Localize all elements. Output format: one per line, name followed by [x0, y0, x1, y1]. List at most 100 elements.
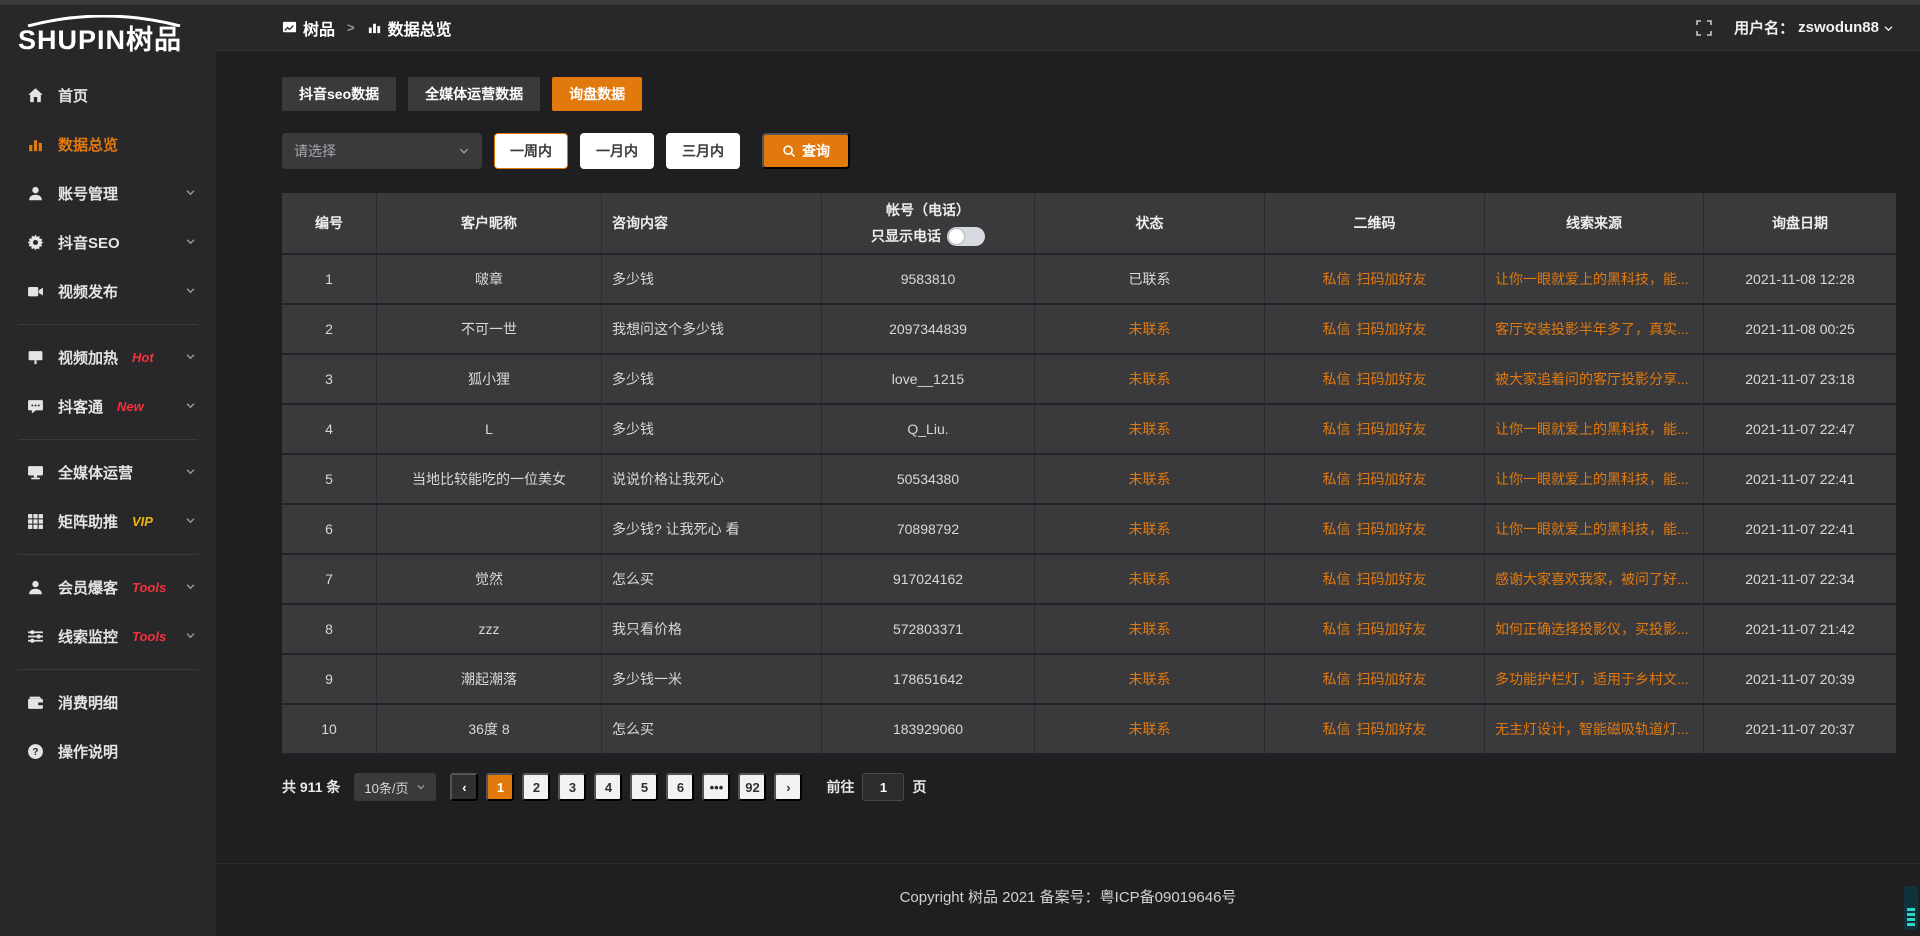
filter-row: 请选择 一周内一月内三月内 查询 — [282, 133, 1896, 169]
cell-status: 未联系 — [1035, 605, 1265, 655]
page-button-92[interactable]: 92 — [738, 773, 766, 801]
lead-source-link[interactable]: 如何正确选择投影仪，买投影... — [1495, 619, 1689, 639]
scan-add-friend-link[interactable]: 扫码加好友 — [1357, 319, 1427, 339]
cell-inquiry: 多少钱 — [602, 255, 822, 305]
sidebar-item-消费明细[interactable]: 消费明细 — [0, 678, 216, 727]
cell-account: 2097344839 — [822, 305, 1035, 355]
sidebar-item-数据总览[interactable]: 数据总览 — [0, 120, 216, 169]
private-message-link[interactable]: 私信 — [1323, 269, 1351, 289]
gear-icon — [26, 234, 44, 252]
cell-lead-source: 让你一眼就爱上的黑科技，能... — [1485, 255, 1704, 305]
bar-chart-icon — [26, 136, 44, 154]
next-page-button[interactable]: › — [774, 773, 802, 801]
sidebar-item-抖客通[interactable]: 抖客通New — [0, 382, 216, 431]
sidebar-item-badge: New — [117, 399, 144, 414]
sidebar-item-矩阵助推[interactable]: 矩阵助推VIP — [0, 497, 216, 546]
fullscreen-icon[interactable] — [1696, 20, 1712, 36]
header-cell-咨询内容: 咨询内容 — [602, 193, 822, 255]
cell-qr-code: 私信扫码加好友 — [1265, 305, 1485, 355]
lead-source-link[interactable]: 让你一眼就爱上的黑科技，能... — [1495, 269, 1689, 289]
scan-add-friend-link[interactable]: 扫码加好友 — [1357, 669, 1427, 689]
search-button[interactable]: 查询 — [762, 133, 850, 169]
sidebar-item-抖音SEO[interactable]: 抖音SEO — [0, 218, 216, 267]
cell-inquiry: 怎么买 — [602, 555, 822, 605]
sidebar-item-label: 操作说明 — [58, 741, 118, 762]
sidebar-item-会员爆客[interactable]: 会员爆客Tools — [0, 563, 216, 612]
private-message-link[interactable]: 私信 — [1323, 519, 1351, 539]
scan-add-friend-link[interactable]: 扫码加好友 — [1357, 619, 1427, 639]
breadcrumb-root[interactable]: 树品 — [303, 16, 335, 40]
private-message-link[interactable]: 私信 — [1323, 669, 1351, 689]
cell-nickname: 狐小狸 — [377, 355, 602, 405]
copyright-text: Copyright 树品 2021 备案号：粤ICP备09019646号 — [900, 886, 1237, 936]
page-button-3[interactable]: 3 — [558, 773, 586, 801]
scan-add-friend-link[interactable]: 扫码加好友 — [1357, 469, 1427, 489]
private-message-link[interactable]: 私信 — [1323, 369, 1351, 389]
scan-add-friend-link[interactable]: 扫码加好友 — [1357, 569, 1427, 589]
lead-source-link[interactable]: 让你一眼就爱上的黑科技，能... — [1495, 469, 1689, 489]
cell-lead-source: 如何正确选择投影仪，买投影... — [1485, 605, 1704, 655]
private-message-link[interactable]: 私信 — [1323, 469, 1351, 489]
range-button-三月内[interactable]: 三月内 — [666, 133, 740, 169]
more-pages-button[interactable]: ••• — [702, 773, 730, 801]
lead-source-link[interactable]: 让你一眼就爱上的黑科技，能... — [1495, 519, 1689, 539]
goto-page-input[interactable]: 1 — [862, 773, 904, 801]
private-message-link[interactable]: 私信 — [1323, 569, 1351, 589]
sidebar-item-视频加热[interactable]: 视频加热Hot — [0, 333, 216, 382]
cell-status: 未联系 — [1035, 505, 1265, 555]
sidebar-item-全媒体运营[interactable]: 全媒体运营 — [0, 448, 216, 497]
sidebar-item-badge: Tools — [132, 629, 166, 644]
header-cell-帐号（电话）: 帐号（电话）只显示电话 — [822, 193, 1035, 255]
sidebar-item-label: 线索监控 — [58, 626, 118, 647]
sidebar-item-线索监控[interactable]: 线索监控 Tools — [0, 612, 216, 661]
tab-询盘数据[interactable]: 询盘数据 — [552, 77, 642, 111]
scan-add-friend-link[interactable]: 扫码加好友 — [1357, 269, 1427, 289]
lead-source-link[interactable]: 无主灯设计，智能磁吸轨道灯... — [1495, 719, 1689, 739]
page-button-2[interactable]: 2 — [522, 773, 550, 801]
username-value: zswodun88 — [1798, 19, 1879, 36]
scan-add-friend-link[interactable]: 扫码加好友 — [1357, 419, 1427, 439]
wallet-icon — [26, 694, 44, 712]
page-size-label: 10条/页 — [364, 778, 408, 797]
scan-add-friend-link[interactable]: 扫码加好友 — [1357, 719, 1427, 739]
tab-抖音seo数据[interactable]: 抖音seo数据 — [282, 77, 396, 111]
range-button-一月内[interactable]: 一月内 — [580, 133, 654, 169]
sidebar-item-操作说明[interactable]: ?操作说明 — [0, 727, 216, 776]
private-message-link[interactable]: 私信 — [1323, 319, 1351, 339]
lead-source-link[interactable]: 让你一眼就爱上的黑科技，能... — [1495, 419, 1689, 439]
lead-source-link[interactable]: 客厅安装投影半年多了，真实... — [1495, 319, 1689, 339]
private-message-link[interactable]: 私信 — [1323, 419, 1351, 439]
sidebar-item-首页[interactable]: 首页 — [0, 71, 216, 120]
chevron-down-icon — [185, 464, 196, 482]
chevron-down-icon — [185, 349, 196, 367]
private-message-link[interactable]: 私信 — [1323, 719, 1351, 739]
sidebar-item-账号管理[interactable]: 账号管理 — [0, 169, 216, 218]
cell-status: 未联系 — [1035, 355, 1265, 405]
filter-select[interactable]: 请选择 — [282, 133, 482, 169]
sidebar-item-视频发布[interactable]: 视频发布 — [0, 267, 216, 316]
cell-account: 917024162 — [822, 555, 1035, 605]
table-row: 3狐小狸多少钱love__1215未联系私信扫码加好友被大家追着问的客厅投影分享… — [282, 355, 1896, 405]
page-button-1[interactable]: 1 — [486, 773, 514, 801]
private-message-link[interactable]: 私信 — [1323, 619, 1351, 639]
page-button-4[interactable]: 4 — [594, 773, 622, 801]
previous-page-button[interactable]: ‹ — [450, 773, 478, 801]
table-row: 1啵章多少钱9583810已联系私信扫码加好友让你一眼就爱上的黑科技，能...2… — [282, 255, 1896, 305]
scan-add-friend-link[interactable]: 扫码加好友 — [1357, 369, 1427, 389]
cell-account: 572803371 — [822, 605, 1035, 655]
tab-全媒体运营数据[interactable]: 全媒体运营数据 — [408, 77, 540, 111]
lead-source-link[interactable]: 感谢大家喜欢我家，被问了好... — [1495, 569, 1689, 589]
page-button-6[interactable]: 6 — [666, 773, 694, 801]
cell-nickname: zzz — [377, 605, 602, 655]
lead-source-link[interactable]: 多功能护栏灯，适用于乡村文... — [1495, 669, 1689, 689]
lead-source-link[interactable]: 被大家追着问的客厅投影分享... — [1495, 369, 1689, 389]
sidebar-item-label: 首页 — [58, 85, 88, 106]
page-button-5[interactable]: 5 — [630, 773, 658, 801]
user-menu[interactable]: 用户名：zswodun88 — [1734, 17, 1894, 38]
page-size-select[interactable]: 10条/页 — [354, 773, 436, 801]
floating-widget[interactable] — [1904, 886, 1918, 930]
phone-only-toggle[interactable] — [947, 227, 985, 246]
range-button-一周内[interactable]: 一周内 — [494, 133, 568, 169]
breadcrumb: 树品 > 数据总览 — [282, 16, 452, 40]
scan-add-friend-link[interactable]: 扫码加好友 — [1357, 519, 1427, 539]
